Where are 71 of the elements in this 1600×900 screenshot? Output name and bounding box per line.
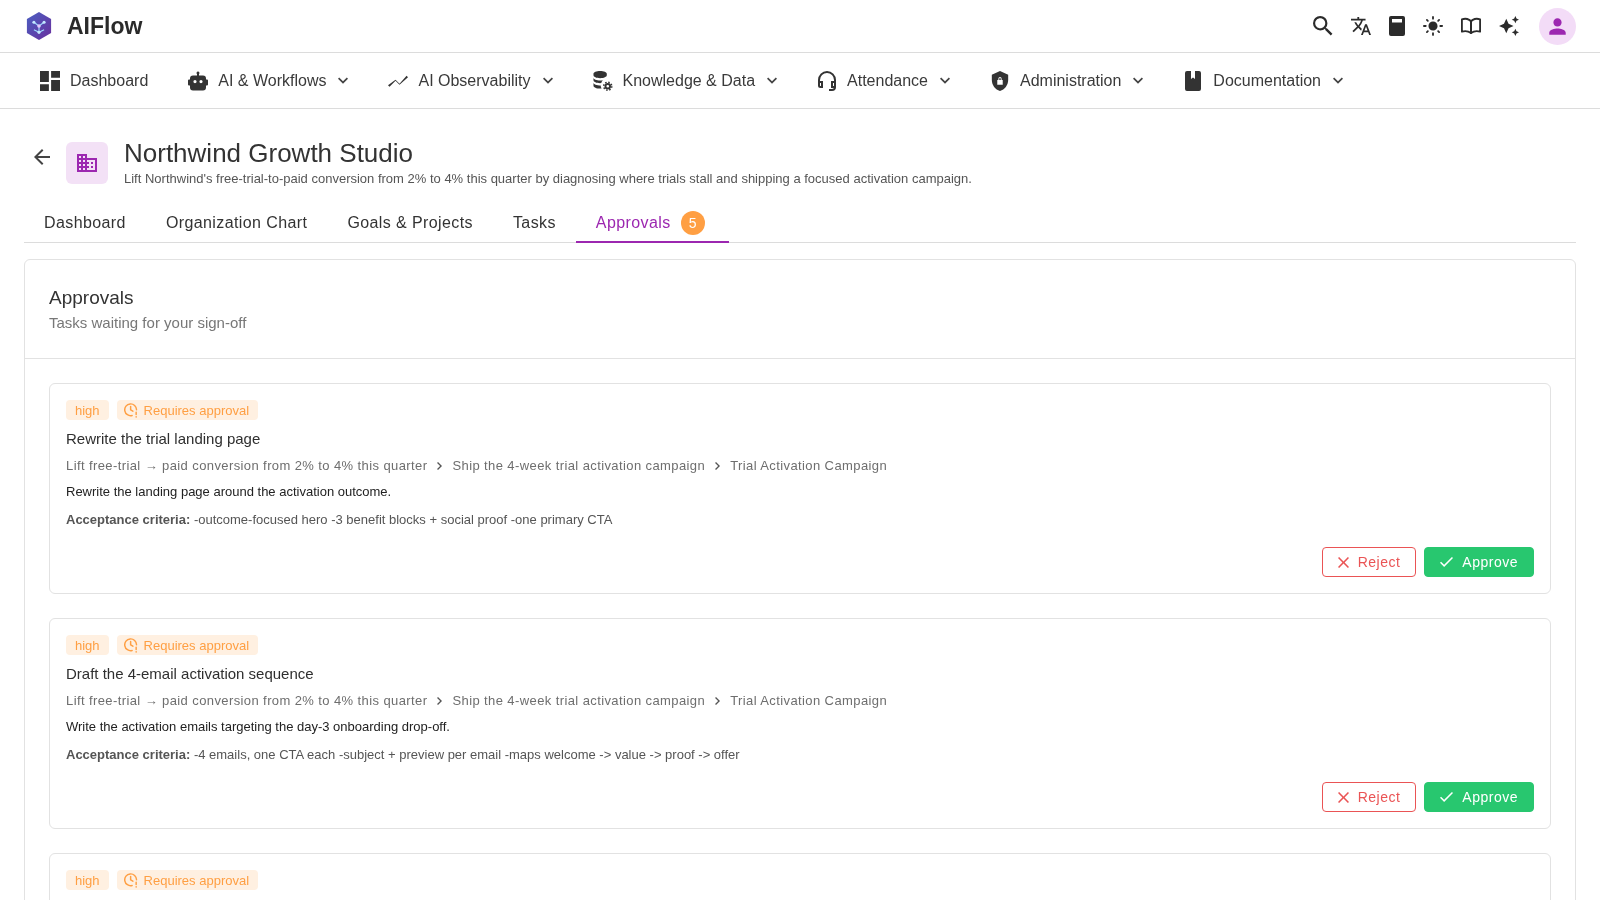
page-title: Northwind Growth Studio [124, 138, 415, 168]
page-description: Lift Northwind's free-trial-to-paid conversion from 2% to 4% this quarter by diagnosing where trials stall and shipping a focused activation campaign. [124, 170, 972, 188]
task-title: Draft the 4-email activation sequence [66, 664, 315, 684]
open-book-icon[interactable] [1461, 16, 1481, 36]
back-arrow-icon[interactable] [34, 149, 50, 165]
nav-menu-item[interactable]: Knowledge & Data [592, 70, 778, 91]
nav-menu-item[interactable]: AI & Workflows [188, 70, 349, 91]
priority-tag: high [66, 870, 109, 890]
status-label: Requires approval [143, 637, 250, 653]
user-avatar-icon[interactable] [1539, 7, 1576, 45]
app-name: AIFlow [67, 12, 143, 40]
breadcrumb-item: Lift free-trial → paid conversion from 2% to 4% this quarter [66, 692, 428, 710]
priority-tag: high [66, 400, 109, 420]
sparkles-icon[interactable] [1499, 16, 1519, 36]
chevron-down-icon [1333, 77, 1343, 84]
calculator-icon[interactable] [1389, 16, 1405, 36]
nav-menu-item[interactable]: Documentation [1183, 70, 1343, 91]
checkmark-icon [1440, 792, 1454, 802]
sun-icon[interactable] [1423, 16, 1443, 36]
chevron-right-icon [715, 697, 721, 705]
acceptance-criteria: Acceptance criteria: -outcome-focused hero -3 benefit blocks + social proof -one primary CTA [66, 511, 614, 529]
breadcrumb-item: Trial Activation Campaign [730, 692, 888, 710]
nav-menu-item[interactable]: AI Observability [388, 70, 553, 91]
breadcrumb-item: Lift free-trial → paid conversion from 2% to 4% this quarter [66, 457, 428, 475]
hexagon-logo-icon [26, 12, 52, 40]
priority-tag: high [66, 635, 109, 655]
task-description: Write the activation emails targeting the day-3 onboarding drop-off. [66, 718, 451, 736]
chevron-down-icon [542, 77, 553, 84]
breadcrumb-item: Ship the 4-week trial activation campaign [452, 457, 706, 475]
nav-menu-item[interactable]: Dashboard [40, 70, 149, 91]
tab[interactable]: Tasks [492, 205, 576, 243]
reject-button[interactable]: Reject [1321, 547, 1417, 577]
book-icon [1183, 70, 1204, 91]
nav-menu-item[interactable]: Administration [990, 70, 1144, 91]
panel-subtitle: Tasks waiting for your sign-off [49, 314, 248, 332]
chevron-down-icon [767, 77, 778, 84]
tab[interactable]: Organization Chart [145, 205, 328, 243]
close-icon [1337, 556, 1349, 568]
reject-button[interactable]: Reject [1321, 782, 1417, 812]
breadcrumb-item: Ship the 4-week trial activation campaign [452, 692, 706, 710]
translate-icon[interactable] [1351, 16, 1371, 36]
search-icon[interactable] [1313, 16, 1333, 36]
robot-icon [188, 70, 209, 91]
count-badge: 5 [680, 211, 705, 235]
status-label: Requires approval [143, 402, 250, 418]
clock-alert-icon [123, 872, 138, 888]
breadcrumb-item: Trial Activation Campaign [730, 457, 888, 475]
clock-alert-icon [123, 637, 138, 653]
checkmark-icon [1440, 557, 1454, 567]
chevron-down-icon [1133, 77, 1144, 84]
shield-lock-icon [990, 70, 1010, 91]
chevron-right-icon [715, 462, 721, 470]
chevron-right-icon [437, 697, 443, 705]
tab[interactable]: Goals & Projects [327, 205, 493, 243]
dashboard-grid-icon [40, 70, 60, 91]
nav-menu-item[interactable]: Attendance [817, 70, 950, 91]
task-description: Rewrite the landing page around the activation outcome. [66, 483, 393, 501]
chevron-down-icon [940, 77, 950, 84]
building-icon [66, 142, 108, 184]
status-label: Requires approval [143, 872, 250, 888]
database-gear-icon [592, 70, 613, 91]
task-title: Rewrite the trial landing page [66, 429, 262, 449]
chevron-down-icon [338, 77, 349, 84]
headset-icon [817, 70, 838, 91]
acceptance-criteria: Acceptance criteria: -4 emails, one CTA each -subject + preview per email -maps welcome -> value -> proof -> offer [66, 746, 741, 764]
close-icon [1337, 791, 1349, 803]
clock-alert-icon [123, 402, 138, 418]
chevron-right-icon [437, 462, 443, 470]
tab[interactable]: Dashboard [24, 205, 146, 243]
panel-title: Approvals [49, 286, 135, 310]
tab[interactable]: Approvals 5 [575, 205, 729, 243]
